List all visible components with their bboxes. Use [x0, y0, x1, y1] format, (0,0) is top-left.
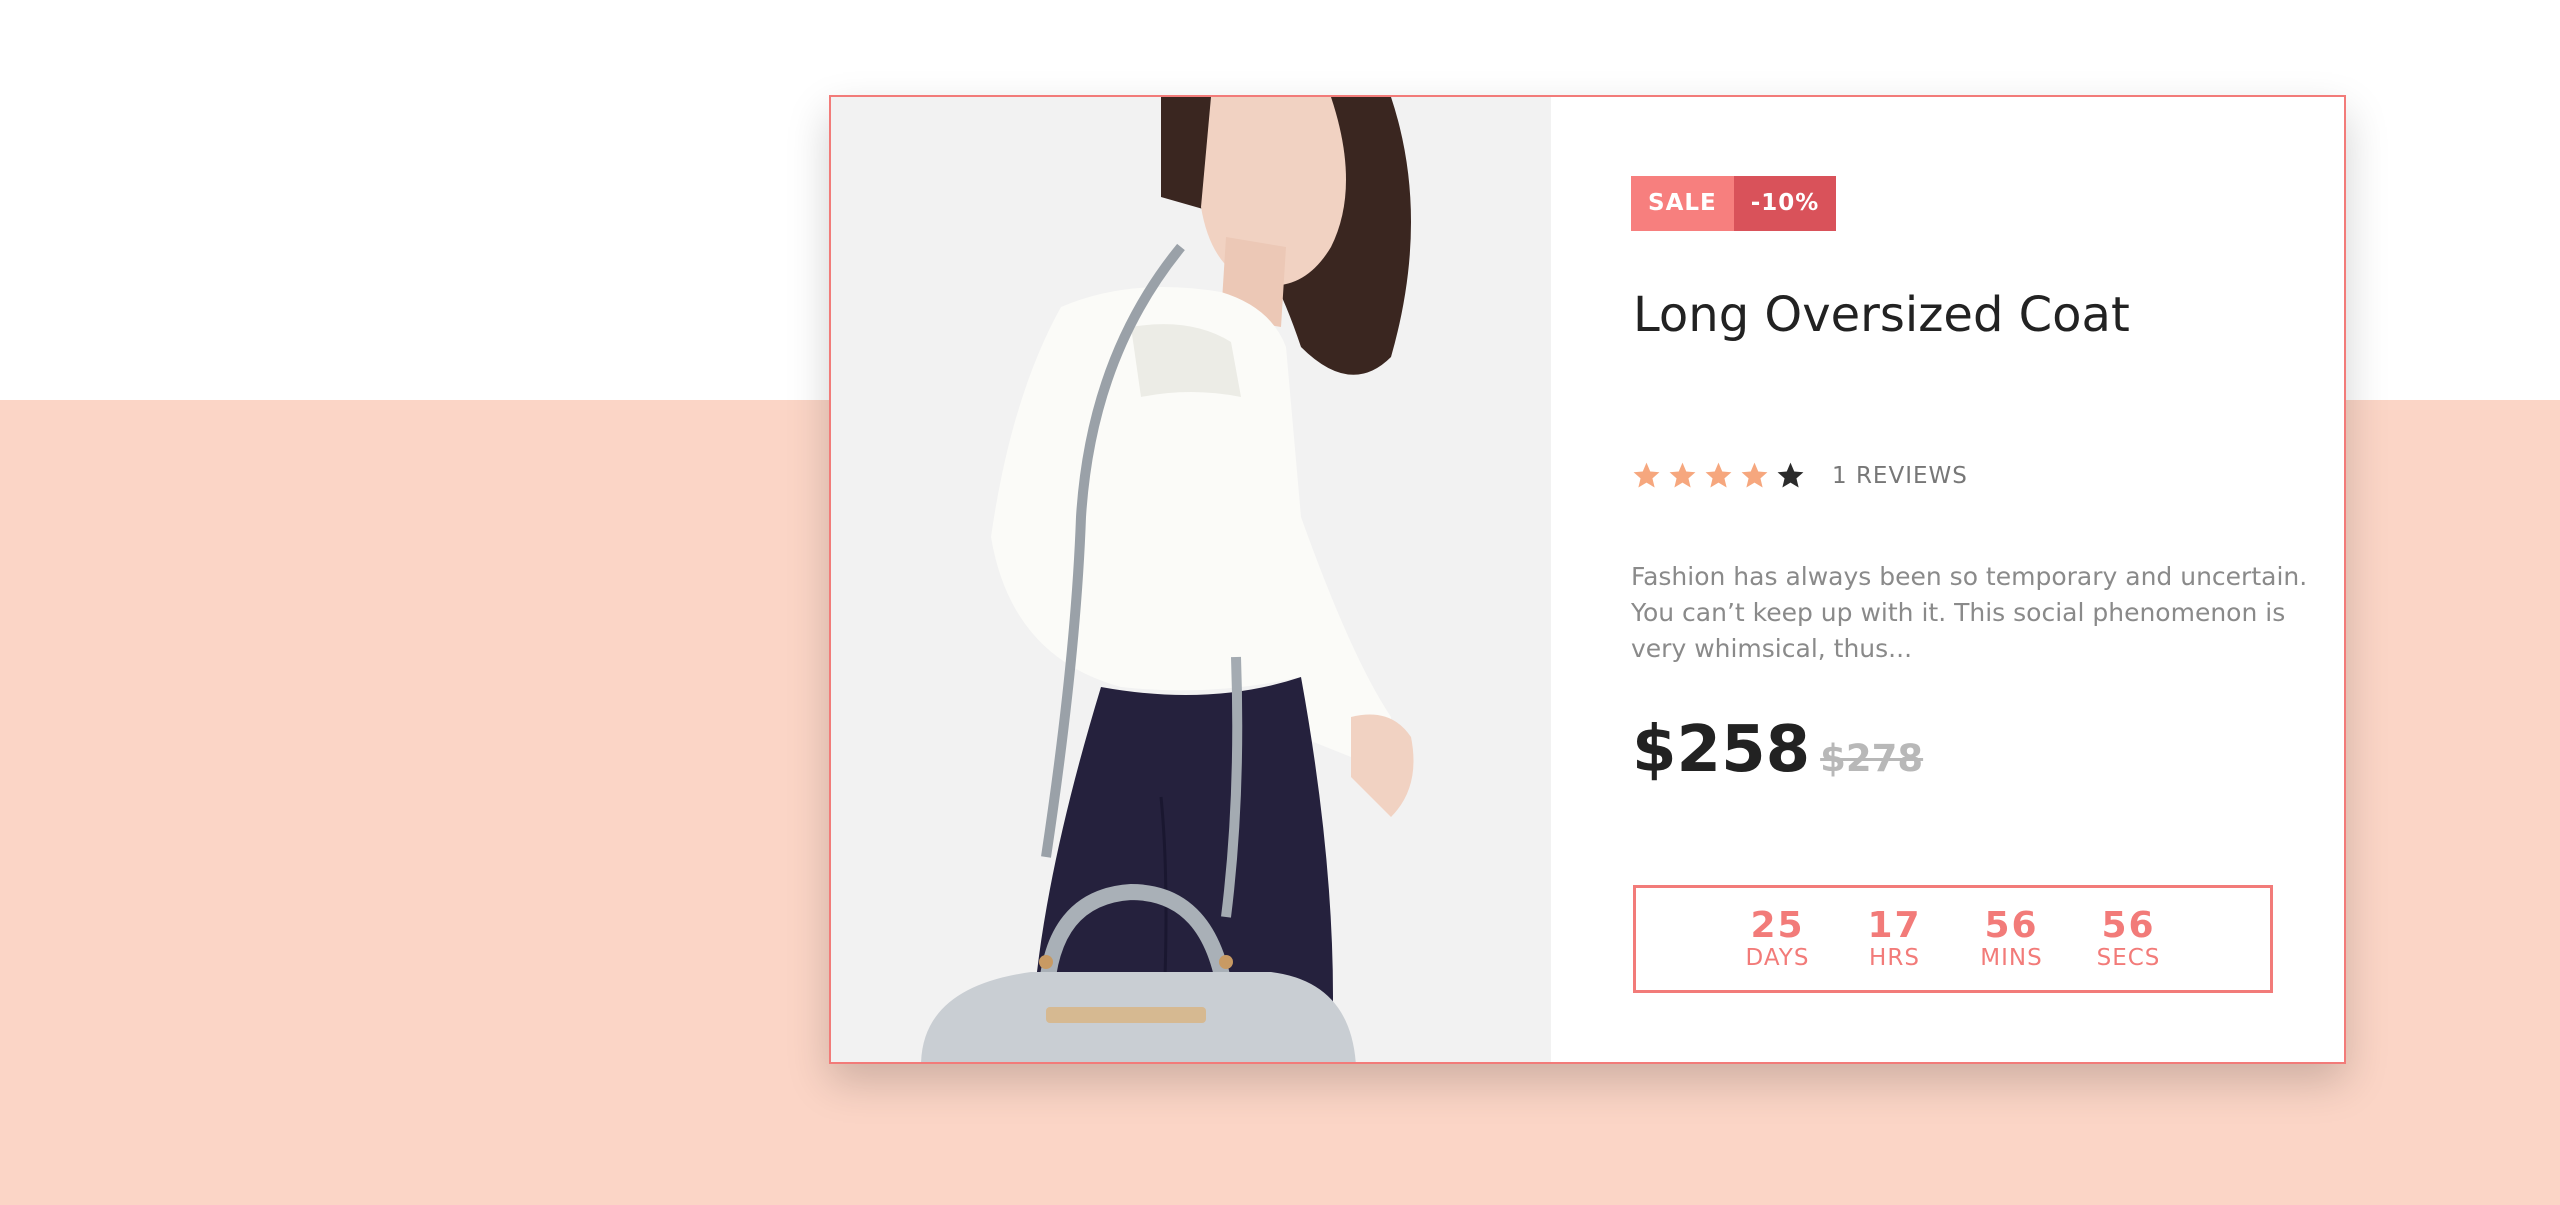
product-photo[interactable] [831, 97, 1551, 1062]
original-price: $278 [1820, 737, 1924, 780]
countdown-days-value: 25 [1750, 905, 1805, 946]
price-group: $258 $278 [1632, 713, 1923, 787]
countdown-seconds-label: SECS [2096, 945, 2161, 971]
star-icon [1777, 462, 1804, 488]
sale-badge: SALE [1631, 176, 1734, 231]
countdown-seconds-value: 56 [2101, 905, 2156, 946]
product-photo-illustration [831, 97, 1551, 1062]
product-info: SALE -10% Long Oversized Coat 1 REVIEWS … [1631, 97, 2344, 1062]
countdown-minutes-value: 56 [1984, 905, 2039, 946]
star-rating[interactable] [1631, 460, 1806, 491]
countdown-hours-label: HRS [1869, 945, 1920, 971]
star-icon [1705, 462, 1732, 488]
countdown-minutes: 56 MINS [1953, 905, 2070, 972]
countdown-minutes-label: MINS [1980, 945, 2043, 971]
countdown-days: 25 DAYS [1719, 905, 1836, 972]
countdown-hours: 17 HRS [1836, 905, 1953, 972]
badge-group: SALE -10% [1631, 176, 1837, 231]
reviews-link[interactable]: 1 REVIEWS [1832, 463, 1968, 489]
countdown-seconds: 56 SECS [2070, 905, 2187, 972]
countdown-hours-value: 17 [1867, 905, 1922, 946]
rating-row: 1 REVIEWS [1631, 460, 1968, 491]
star-icon [1741, 462, 1768, 488]
product-title[interactable]: Long Oversized Coat [1633, 287, 2130, 343]
countdown-days-label: DAYS [1745, 945, 1810, 971]
star-icon [1669, 462, 1696, 488]
star-icon [1633, 462, 1660, 488]
current-price: $258 [1632, 713, 1811, 787]
sale-countdown: 25 DAYS 17 HRS 56 MINS 56 SECS [1633, 885, 2273, 993]
discount-badge: -10% [1733, 176, 1837, 231]
product-card: SALE -10% Long Oversized Coat 1 REVIEWS … [829, 95, 2346, 1064]
product-description: Fashion has always been so temporary and… [1631, 562, 2308, 663]
page: SALE -10% Long Oversized Coat 1 REVIEWS … [0, 0, 2560, 1205]
